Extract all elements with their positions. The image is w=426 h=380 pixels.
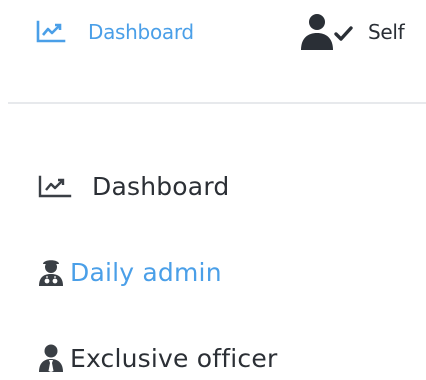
top-navigation: Dashboard Self xyxy=(0,0,426,72)
tab-self-label: Self xyxy=(368,20,405,44)
user-tie-icon xyxy=(38,343,64,373)
sidebar-item-dashboard[interactable]: Dashboard xyxy=(38,164,229,208)
tab-self[interactable]: Self xyxy=(298,10,405,54)
chart-line-icon xyxy=(38,173,72,199)
header-divider xyxy=(8,102,426,104)
sidebar-item-exclusive-officer[interactable]: Exclusive officer xyxy=(38,336,277,380)
sidebar-item-daily-admin[interactable]: Daily admin xyxy=(38,250,222,294)
sidebar-item-label: Exclusive officer xyxy=(70,343,278,373)
sidebar-item-label: Daily admin xyxy=(70,257,222,287)
tab-dashboard[interactable]: Dashboard xyxy=(36,10,194,54)
chart-line-icon xyxy=(36,20,66,44)
sidebar-item-label: Dashboard xyxy=(92,171,230,201)
user-check-icon xyxy=(298,12,354,52)
user-doctor-icon xyxy=(38,257,64,287)
tab-dashboard-label: Dashboard xyxy=(88,20,194,44)
